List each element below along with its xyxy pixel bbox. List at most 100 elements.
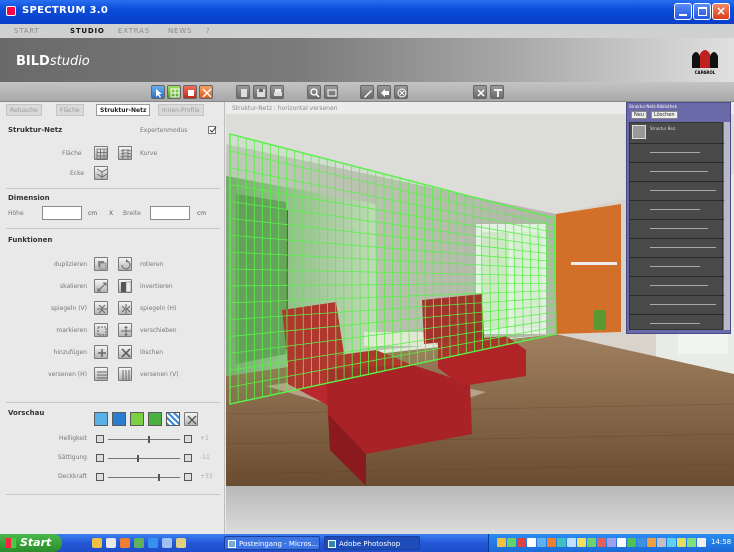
quicklaunch-ie-icon[interactable] xyxy=(148,538,158,548)
spiegeln-h-button[interactable] xyxy=(118,301,132,315)
arrow-left-icon[interactable] xyxy=(377,85,391,99)
tray-icon[interactable] xyxy=(677,538,686,547)
helligkeit-slider-handle[interactable] xyxy=(147,436,150,443)
hinzufuegen-button[interactable] xyxy=(94,345,108,359)
quicklaunch-app-icon[interactable] xyxy=(134,538,144,548)
tray-icon[interactable] xyxy=(587,538,596,547)
palette-row-label[interactable] xyxy=(650,228,708,229)
swatch-blue[interactable] xyxy=(112,412,126,426)
delete-icon[interactable] xyxy=(473,85,487,99)
tab-struktur-netz[interactable]: Struktur-Netz xyxy=(96,104,151,116)
palette-delete-button[interactable]: Löschen xyxy=(651,111,678,119)
reset-preview-button[interactable] xyxy=(184,412,198,426)
width-input[interactable] xyxy=(150,206,190,220)
tab-flaeche[interactable]: Fläche xyxy=(56,104,84,116)
expert-mode-checkbox[interactable] xyxy=(208,126,217,134)
menu-start[interactable]: START xyxy=(14,27,40,35)
palette-row-label[interactable] xyxy=(650,152,700,153)
tray-icon[interactable] xyxy=(617,538,626,547)
verschieben-button[interactable] xyxy=(118,323,132,337)
rotieren-button[interactable] xyxy=(118,257,132,271)
saettigung-slider-handle[interactable] xyxy=(136,455,139,462)
helligkeit-max-icon[interactable] xyxy=(184,435,192,443)
maximize-button[interactable] xyxy=(693,3,711,20)
pen-icon[interactable] xyxy=(360,85,374,99)
new-file-icon[interactable] xyxy=(236,85,250,99)
skalieren-button[interactable] xyxy=(94,279,108,293)
quicklaunch-folder-icon[interactable] xyxy=(176,538,186,548)
menu-extras[interactable]: EXTRAS xyxy=(118,27,150,35)
helligkeit-min-icon[interactable] xyxy=(96,435,104,443)
tray-icon[interactable] xyxy=(667,538,676,547)
close-button[interactable]: × xyxy=(712,3,730,20)
versenen-h-button[interactable] xyxy=(94,367,108,381)
swatch-pattern[interactable] xyxy=(166,412,180,426)
markieren-button[interactable] xyxy=(94,323,108,337)
save-icon[interactable] xyxy=(253,85,267,99)
palette-new-button[interactable]: Neu xyxy=(631,111,647,119)
tray-icon[interactable] xyxy=(687,538,696,547)
tray-icon[interactable] xyxy=(527,538,536,547)
kurve-grid-button[interactable] xyxy=(118,146,132,160)
tray-icon[interactable] xyxy=(697,538,706,547)
tray-icon[interactable] xyxy=(657,538,666,547)
print-icon[interactable] xyxy=(270,85,284,99)
versenen-v-button[interactable] xyxy=(118,367,132,381)
tray-icon[interactable] xyxy=(517,538,526,547)
deckkraft-min-icon[interactable] xyxy=(96,473,104,481)
tray-icon[interactable] xyxy=(567,538,576,547)
invertieren-button[interactable] xyxy=(118,279,132,293)
palette-row-label[interactable] xyxy=(650,190,716,191)
tab-retusche[interactable]: Retusche xyxy=(6,104,42,116)
fit-view-icon[interactable] xyxy=(324,85,338,99)
swatch-light-blue[interactable] xyxy=(94,412,108,426)
saettigung-max-icon[interactable] xyxy=(184,454,192,462)
menu-news[interactable]: NEWS xyxy=(168,27,192,35)
tray-icon[interactable] xyxy=(577,538,586,547)
menu-studio[interactable]: STUDIO xyxy=(70,27,105,35)
tray-icon[interactable] xyxy=(597,538,606,547)
tray-icon[interactable] xyxy=(557,538,566,547)
quicklaunch-desktop-icon[interactable] xyxy=(106,538,116,548)
mask-tool-icon[interactable] xyxy=(199,85,213,99)
select-tool-icon[interactable] xyxy=(151,85,165,99)
palette-row-label[interactable] xyxy=(650,323,700,324)
cancel-icon[interactable] xyxy=(394,85,408,99)
helligkeit-slider-track[interactable] xyxy=(108,439,180,440)
spiegeln-v-button[interactable] xyxy=(94,301,108,315)
deckkraft-max-icon[interactable] xyxy=(184,473,192,481)
tray-icon[interactable] xyxy=(507,538,516,547)
ecke-grid-button[interactable] xyxy=(94,166,108,180)
saettigung-slider-track[interactable] xyxy=(108,458,180,459)
task-photoshop[interactable]: Adobe Photoshop xyxy=(324,536,420,550)
task-outlook[interactable]: Posteingang - Micros... xyxy=(224,536,320,550)
tray-icon[interactable] xyxy=(537,538,546,547)
tray-icon[interactable] xyxy=(497,538,506,547)
tray-icon[interactable] xyxy=(627,538,636,547)
swatch-light-green[interactable] xyxy=(130,412,144,426)
palette-thumb[interactable] xyxy=(632,125,646,139)
loeschen-button[interactable] xyxy=(118,345,132,359)
palette-row-label[interactable] xyxy=(650,209,700,210)
palette-scrollbar[interactable] xyxy=(724,122,730,330)
palette-row-label[interactable] xyxy=(650,304,716,305)
palette-row-label[interactable] xyxy=(650,171,708,172)
minimize-button[interactable] xyxy=(674,3,692,20)
quicklaunch-media-icon[interactable] xyxy=(162,538,172,548)
duplizieren-button[interactable] xyxy=(94,257,108,271)
quicklaunch-explorer-icon[interactable] xyxy=(92,538,102,548)
menu-help[interactable]: ? xyxy=(206,27,211,35)
paint-tool-icon[interactable] xyxy=(183,85,197,99)
saettigung-min-icon[interactable] xyxy=(96,454,104,462)
height-input[interactable] xyxy=(42,206,82,220)
deckkraft-slider-handle[interactable] xyxy=(158,474,161,481)
start-button[interactable]: Start xyxy=(0,534,62,552)
palette-list[interactable]: Struktur Bez. xyxy=(629,122,724,330)
quicklaunch-firefox-icon[interactable] xyxy=(120,538,130,548)
text-tool-icon[interactable] xyxy=(490,85,504,99)
zoom-icon[interactable] xyxy=(307,85,321,99)
palette-row-label[interactable] xyxy=(650,266,700,267)
swatch-green[interactable] xyxy=(148,412,162,426)
flaeche-grid-button[interactable] xyxy=(94,146,108,160)
grid-tool-icon[interactable] xyxy=(167,85,181,99)
